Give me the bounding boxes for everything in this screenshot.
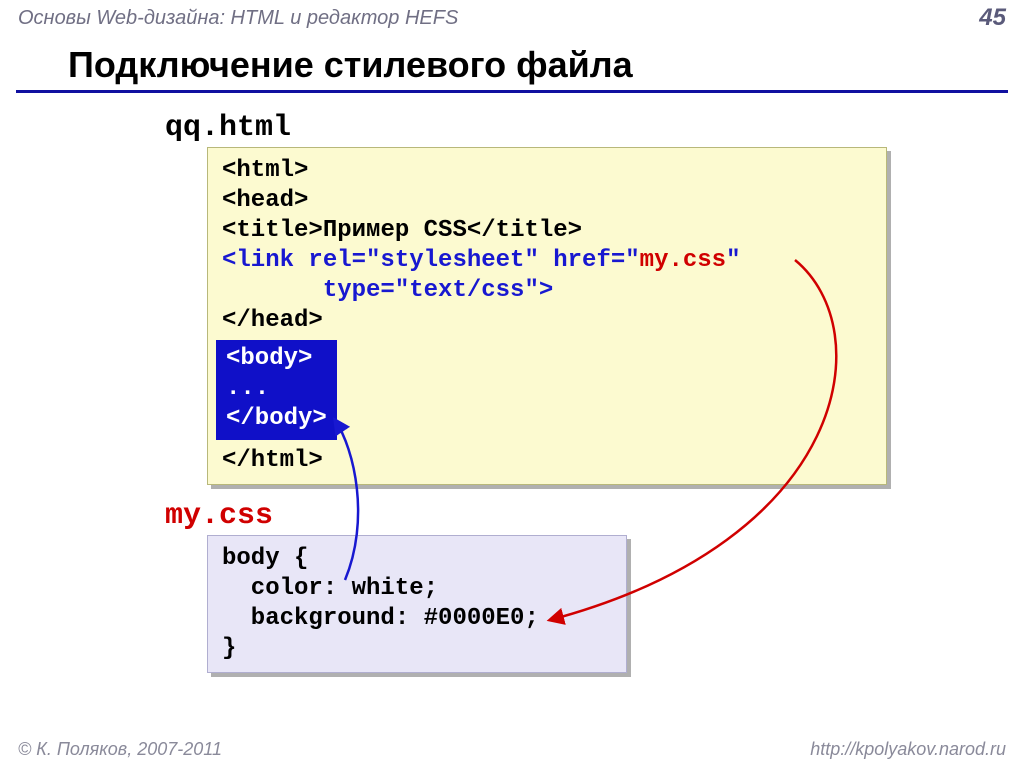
footer-url: http://kpolyakov.narod.ru: [810, 739, 1006, 760]
slide-footer: © К. Поляков, 2007-2011 http://kpolyakov…: [18, 739, 1006, 760]
code-line: <link rel="stylesheet" href="my.css": [222, 246, 872, 276]
code-line: type="text/css">: [222, 276, 872, 306]
topic-text: Основы Web-дизайна: HTML и редактор HEFS: [18, 7, 458, 30]
code-line: </head>: [222, 306, 872, 336]
css-code-box: body { color: white; background: #0000E0…: [207, 535, 627, 673]
slide-header: Основы Web-дизайна: HTML и редактор HEFS…: [0, 0, 1024, 34]
slide-content: qq.html <html> <head> <title>Пример CSS<…: [0, 111, 1024, 673]
code-line: background: #0000E0;: [222, 604, 612, 634]
code-line: <head>: [222, 186, 872, 216]
code-line: body {: [222, 544, 612, 574]
body-highlight-block: <body> ... </body>: [216, 340, 337, 440]
html-code-box: <html> <head> <title>Пример CSS</title> …: [207, 147, 887, 485]
css-filename: my.css: [165, 499, 1024, 533]
code-line: }: [222, 634, 612, 664]
code-line: <html>: [222, 156, 872, 186]
code-line: </html>: [222, 446, 872, 476]
slide-title: Подключение стилевого файла: [16, 34, 1008, 93]
html-filename: qq.html: [165, 111, 1024, 145]
code-line: color: white;: [222, 574, 612, 604]
page-number: 45: [979, 4, 1006, 32]
copyright-text: © К. Поляков, 2007-2011: [18, 739, 222, 760]
code-line: <title>Пример CSS</title>: [222, 216, 872, 246]
